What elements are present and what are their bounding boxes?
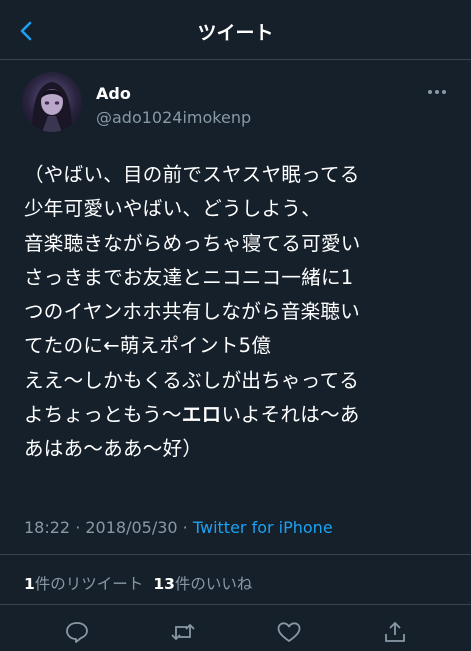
tweet-time: 18:22 bbox=[24, 518, 71, 537]
tweet-date: 2018/05/30 bbox=[85, 518, 178, 537]
likes-label: 件のいいね bbox=[174, 575, 253, 593]
retweets-count: 1 bbox=[24, 575, 35, 593]
tweet-meta: 18:22 · 2018/05/30 · Twitter for iPhone bbox=[24, 518, 333, 537]
like-stat[interactable]: 13件のいいね bbox=[153, 575, 252, 593]
page-title: ツイート bbox=[197, 22, 274, 44]
divider bbox=[0, 554, 471, 555]
tweet-line: ええ〜しかもくるぶしが出ちゃってる bbox=[24, 368, 360, 392]
tweet-line: （やばい、目の前でスヤスヤ眠ってる bbox=[24, 163, 360, 186]
tweet-line-part: よちょっともう〜 bbox=[24, 403, 182, 427]
emphasized-text: エロ bbox=[181, 403, 222, 427]
tweet-line-part: いよそれは〜あ bbox=[221, 403, 360, 427]
reply-icon[interactable] bbox=[64, 620, 90, 644]
tweet-line: 少年可愛いやばい、どうしよう、 bbox=[24, 197, 322, 221]
share-icon[interactable] bbox=[382, 620, 408, 644]
retweets-label: 件のリツイート bbox=[34, 575, 144, 593]
likes-count: 13 bbox=[153, 575, 175, 593]
engagement-stats: 1件のリツイート 13件のいいね bbox=[24, 572, 252, 594]
tweet-line: あはあ〜ああ〜好） bbox=[24, 437, 203, 461]
display-name[interactable]: Ado bbox=[96, 84, 131, 103]
tweet-line: つのイヤンホホ共有しながら音楽聴い bbox=[24, 300, 361, 324]
meta-separator: · bbox=[70, 518, 86, 537]
tweet-line: よちょっともう〜エロいよそれは〜あ bbox=[24, 398, 454, 432]
tweet-text: （やばい、目の前でスヤスヤ眠ってる 少年可愛いやばい、どうしよう、 音楽聴きなが… bbox=[24, 158, 454, 467]
tweet-source-link[interactable]: Twitter for iPhone bbox=[193, 518, 333, 537]
tweet-line: さっきまでお友達とニコニコ一緒に1 bbox=[24, 265, 354, 289]
divider bbox=[0, 604, 471, 605]
tweet-line: 音楽聴きながらめっちゃ寝てる可愛い bbox=[24, 231, 361, 255]
retweet-icon[interactable] bbox=[170, 620, 196, 644]
username[interactable]: @ado1024imokenp bbox=[96, 108, 251, 127]
meta-separator: · bbox=[177, 518, 193, 537]
avatar[interactable] bbox=[22, 72, 82, 132]
tweet-line: てたのに←萌えポイント5億 bbox=[24, 334, 272, 358]
more-options-icon[interactable] bbox=[426, 84, 448, 98]
retweet-stat[interactable]: 1件のリツイート bbox=[24, 575, 143, 593]
like-icon[interactable] bbox=[276, 620, 302, 644]
top-bar: ツイート bbox=[0, 0, 471, 60]
